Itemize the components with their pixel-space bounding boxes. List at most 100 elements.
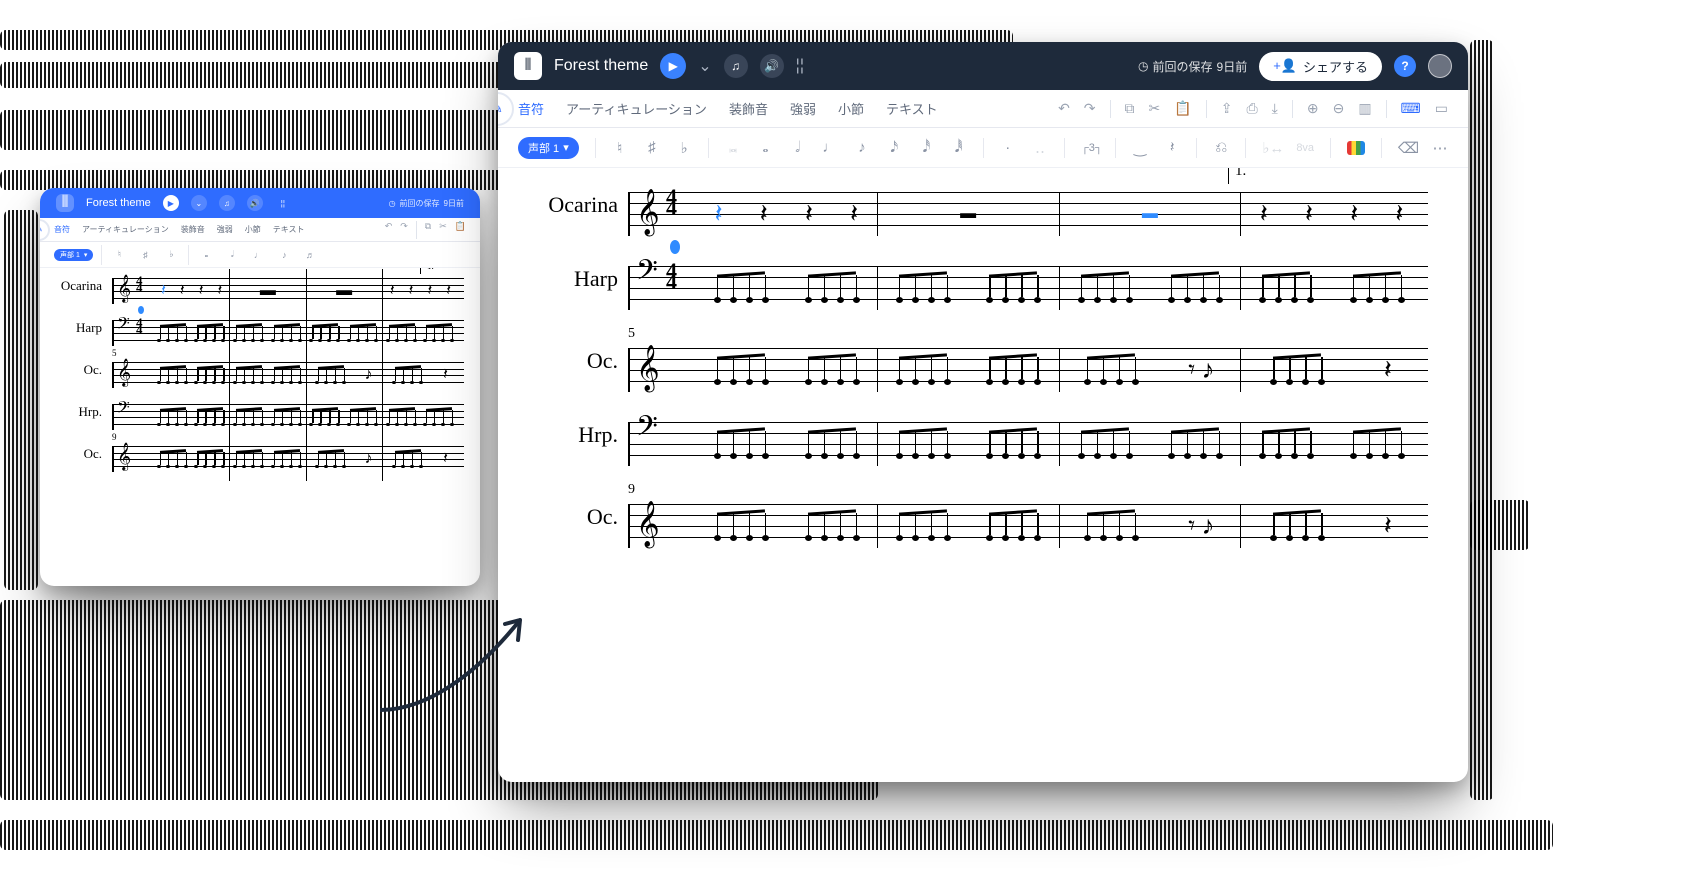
edit-mode-button[interactable]: ✎ xyxy=(498,92,514,126)
enharmonic-flat-icon[interactable]: ♭↔ xyxy=(1262,139,1280,157)
save-status: ◷ 前回の保存 9日前 xyxy=(389,198,464,209)
tab-articulation[interactable]: アーティキュレーション xyxy=(566,99,707,118)
natural-icon[interactable]: ♮ xyxy=(110,249,128,260)
tab-notes[interactable]: 音符 xyxy=(518,99,544,118)
app-logo[interactable]: ⦀ xyxy=(56,194,74,212)
sixtyfourth-note-icon[interactable]: 𝅘𝅥𝅱 xyxy=(951,139,967,156)
whole-note-icon[interactable]: 𝅝 xyxy=(757,139,773,156)
upload-icon[interactable]: ⇪ xyxy=(1221,100,1233,118)
staff-lines[interactable]: 𝄢 44 xyxy=(628,266,1428,310)
staff-lines[interactable]: 𝄞 ♪ 𝄽 xyxy=(112,362,464,388)
thirtysecond-note-icon[interactable]: 𝅘𝅥𝅰 xyxy=(918,139,934,156)
redo-icon[interactable]: ↷ xyxy=(1084,100,1096,118)
octave-icon[interactable]: 8va xyxy=(1296,142,1314,154)
natural-icon[interactable]: ♮ xyxy=(612,139,628,157)
tuning-fork-icon[interactable]: ¦¦ xyxy=(275,195,291,211)
sixteenth-note-icon[interactable]: ♬ xyxy=(301,250,319,260)
print-icon[interactable]: ⎙ xyxy=(1246,100,1257,118)
tab-text[interactable]: テキスト xyxy=(273,224,305,235)
staff-lines[interactable]: 𝄞 𝄾 ♪ 𝄽 xyxy=(628,348,1428,392)
titlebar: ⦀ Forest theme ▶ ⌄ ♫ 🔊 ¦¦ ◷ 前回の保存 9日前 +👤… xyxy=(498,42,1468,90)
tab-notes[interactable]: 音符 xyxy=(54,224,70,235)
bg-hatch xyxy=(4,210,38,590)
metronome-icon[interactable]: ♫ xyxy=(219,195,235,211)
voice-selector[interactable]: 声部 1▾ xyxy=(518,137,579,159)
paste-icon[interactable]: 📋 xyxy=(455,221,466,239)
sharp-icon[interactable]: ♯ xyxy=(644,139,660,156)
tab-articulation[interactable]: アーティキュレーション xyxy=(82,224,169,235)
cut-icon[interactable]: ✂ xyxy=(1149,100,1161,118)
chevron-down-icon[interactable]: ⌄ xyxy=(698,56,711,76)
titlebar: ⦀ Forest theme ▶ ⌄ ♫ 🔊 ¦¦ ◷ 前回の保存 9日前 xyxy=(40,188,480,218)
rest-icon[interactable]: 𝄽 xyxy=(1164,139,1180,156)
app-logo[interactable]: ⦀ xyxy=(514,52,542,80)
staff-lines[interactable]: 𝄢 44 xyxy=(112,320,464,346)
tuplet-icon[interactable]: ┌3┐ xyxy=(1081,142,1099,154)
double-whole-note-icon[interactable]: 𝅜 xyxy=(725,139,741,156)
play-button[interactable]: ▶ xyxy=(163,195,179,211)
sixteenth-note-icon[interactable]: 𝅘𝅥𝅯 xyxy=(886,139,902,156)
export-icon[interactable]: ⤓ xyxy=(1272,100,1278,118)
zoom-out-icon[interactable]: ⊖ xyxy=(1333,100,1345,118)
tie-icon[interactable]: ‿ xyxy=(1132,139,1148,157)
more-icon[interactable]: ⋯ xyxy=(1432,139,1448,157)
copy-icon[interactable]: ⧉ xyxy=(1125,100,1135,118)
avatar[interactable] xyxy=(1428,54,1452,78)
panel-icon[interactable]: ▭ xyxy=(1435,100,1448,118)
half-note-icon[interactable]: 𝅗𝅥 xyxy=(790,139,806,156)
paste-icon[interactable]: 📋 xyxy=(1174,100,1191,118)
copy-icon[interactable]: ⧉ xyxy=(425,221,431,239)
staff-lines[interactable]: 𝄞 𝄾 ♪ 𝄽 xyxy=(628,504,1428,548)
whole-note-icon[interactable]: 𝅝 xyxy=(197,249,215,260)
tab-dynamics[interactable]: 強弱 xyxy=(790,99,816,118)
delete-icon[interactable]: ⌫ xyxy=(1398,139,1416,157)
quarter-note-icon[interactable]: ♩ xyxy=(822,139,838,156)
page-view-icon[interactable]: ▥ xyxy=(1358,100,1371,118)
color-palette-icon[interactable] xyxy=(1347,141,1365,155)
tab-measure[interactable]: 小節 xyxy=(838,99,864,118)
flat-icon[interactable]: ♭ xyxy=(676,139,692,157)
instrument-label: Oc. xyxy=(56,362,112,378)
staff-lines[interactable]: 𝄞 44 𝄽𝄽𝄽𝄽 ▬ ▬ 𝄽𝄽𝄽𝄽 xyxy=(112,278,464,304)
edit-mode-button[interactable]: ✎ xyxy=(40,219,50,241)
tab-measure[interactable]: 小節 xyxy=(245,224,261,235)
play-button[interactable]: ▶ xyxy=(660,53,686,79)
doc-title: Forest theme xyxy=(86,197,151,209)
half-note-icon[interactable]: 𝅗𝅥 xyxy=(223,249,241,260)
dot-icon[interactable]: · xyxy=(1000,139,1016,156)
flat-icon[interactable]: ♭ xyxy=(162,249,180,260)
sharp-icon[interactable]: ♯ xyxy=(136,250,154,260)
cut-icon[interactable]: ✂ xyxy=(439,221,447,239)
staff-lines[interactable]: 𝄞 44 𝄽𝄽𝄽𝄽 ▬ ▬ 𝄽𝄽𝄽𝄽 xyxy=(628,192,1428,236)
chord-icon[interactable]: ⎌ xyxy=(1213,139,1229,156)
tab-text[interactable]: テキスト xyxy=(886,99,938,118)
double-dot-icon[interactable]: ‥ xyxy=(1032,139,1048,157)
time-signature: 44 xyxy=(666,265,677,288)
score-canvas[interactable]: Ocarina ♩= 120 1. 𝄞 44 𝄽𝄽𝄽𝄽 ▬ xyxy=(40,268,480,498)
chevron-down-icon[interactable]: ⌄ xyxy=(191,195,207,211)
share-button[interactable]: +👤 シェアする xyxy=(1259,52,1382,81)
quarter-note-icon[interactable]: ♩ xyxy=(249,250,267,260)
treble-clef-icon: 𝄞 xyxy=(636,188,660,235)
tab-dynamics[interactable]: 強弱 xyxy=(217,224,233,235)
tab-ornaments[interactable]: 装飾音 xyxy=(729,99,768,118)
undo-icon[interactable]: ↶ xyxy=(385,221,393,239)
staff-lines[interactable]: 𝄞 ♪ 𝄽 xyxy=(112,446,464,472)
staff-lines[interactable]: 𝄢 xyxy=(628,422,1428,466)
volume-icon[interactable]: 🔊 xyxy=(760,54,784,78)
undo-icon[interactable]: ↶ xyxy=(1058,100,1070,118)
tuning-fork-icon[interactable]: ¦¦ xyxy=(796,57,804,75)
eighth-note-icon[interactable]: ♪ xyxy=(275,250,293,260)
tab-ornaments[interactable]: 装飾音 xyxy=(181,224,205,235)
zoom-in-icon[interactable]: ⊕ xyxy=(1307,100,1319,118)
staff-lines[interactable]: 𝄢 xyxy=(112,404,464,430)
eighth-note-icon[interactable]: ♪ xyxy=(854,139,870,156)
help-button[interactable]: ? xyxy=(1394,55,1416,77)
redo-icon[interactable]: ↷ xyxy=(400,221,408,239)
volume-icon[interactable]: 🔊 xyxy=(247,195,263,211)
keyboard-icon[interactable]: ⌨ xyxy=(1401,100,1421,118)
score-canvas[interactable]: Ocarina ♩= 120 1. 𝄞 44 𝄽𝄽𝄽𝄽 ▬ xyxy=(498,168,1468,618)
metronome-icon[interactable]: ♫ xyxy=(724,54,748,78)
instrument-label: Ocarina xyxy=(56,278,112,294)
voice-selector[interactable]: 声部 1▾ xyxy=(54,249,93,261)
